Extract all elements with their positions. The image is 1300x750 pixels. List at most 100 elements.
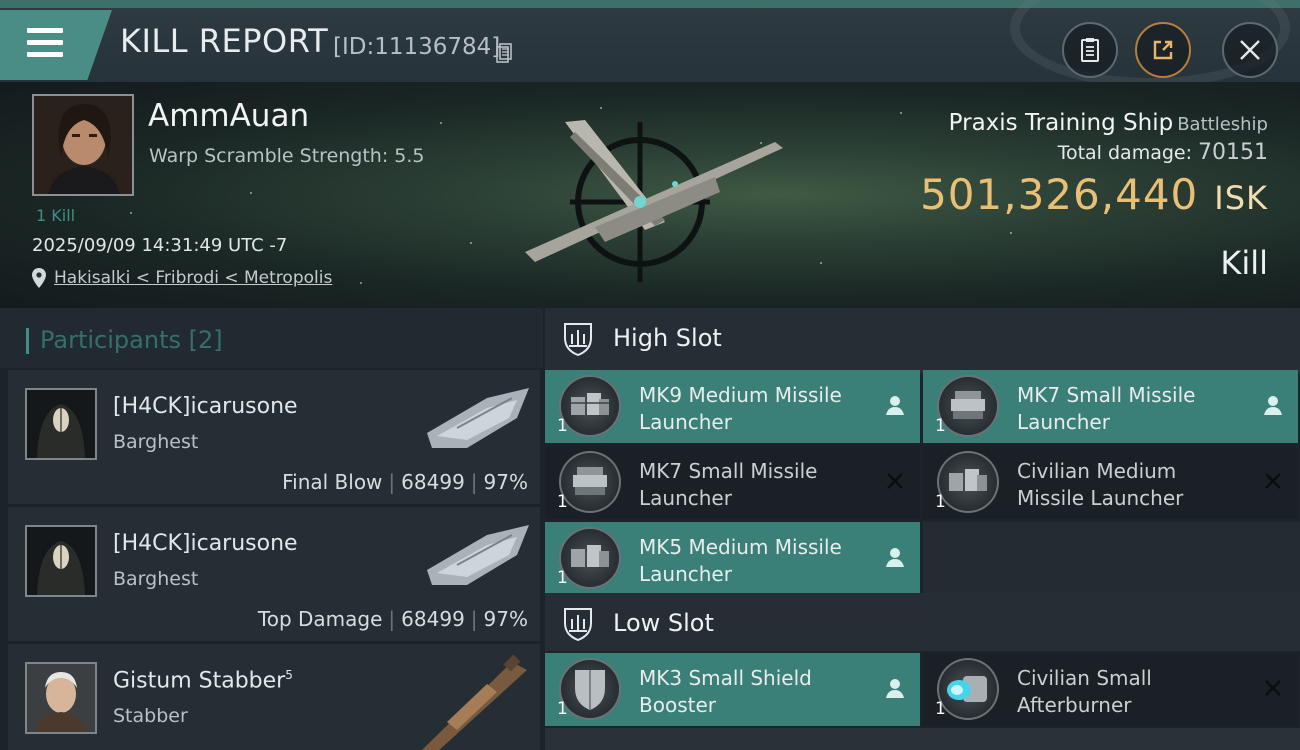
module-item[interactable]: 1 MK7 Small Missile Launcher: [545, 446, 920, 519]
portrait-image: [34, 96, 132, 194]
module-name: Civilian Medium Missile Launcher: [1017, 459, 1184, 510]
module-qty: 1: [557, 699, 568, 719]
participant-role: Final Blow: [282, 470, 383, 494]
missile-launcher-icon: [937, 375, 999, 437]
participant-stats: Top Damage | 68499 | 97%: [257, 607, 528, 631]
high-slot-header: High Slot: [545, 308, 1300, 374]
missile-launcher-icon: [559, 375, 621, 437]
victim-banner: AmmAuan Warp Scramble Strength: 5.5 1 Ki…: [0, 82, 1300, 308]
victim-portrait[interactable]: [32, 94, 134, 196]
report-id: [ID:11136784]: [333, 34, 501, 60]
shield-icon: [564, 608, 592, 641]
participant-damage: 68499: [401, 470, 465, 494]
dropped-person-icon: [1264, 396, 1282, 415]
close-button[interactable]: [1222, 22, 1278, 78]
module-qty: 1: [557, 492, 568, 512]
warp-scramble-strength: Warp Scramble Strength: 5.5: [149, 145, 425, 167]
clipboard-button[interactable]: [1062, 22, 1118, 78]
participant-name: Gistum Stabber5: [113, 668, 293, 694]
participants-label: Participants [2]: [40, 326, 223, 354]
kill-count: 1 Kill: [36, 206, 76, 225]
module-qty: 1: [557, 416, 568, 436]
ship-class: Battleship: [1177, 114, 1268, 135]
module-item[interactable]: 1 MK5 Medium Missile Launcher: [545, 522, 920, 595]
participant-ship-image: [427, 525, 529, 585]
shield-booster-icon: [559, 658, 621, 720]
participant-avatar: [25, 388, 97, 460]
total-damage: Total damage: 70151: [1058, 140, 1268, 165]
empty-slot: [923, 522, 1300, 595]
share-icon: [1153, 40, 1173, 60]
menu-button[interactable]: [0, 10, 112, 80]
destroyed-x-icon: [1265, 680, 1281, 696]
participant-name: [H4CK]icarusone: [113, 394, 298, 419]
module-name: MK7 Small Missile Launcher: [639, 459, 818, 510]
module-name: Civilian Small Afterburner: [1017, 666, 1152, 717]
share-button[interactable]: [1135, 22, 1191, 78]
module-item[interactable]: 1 Civilian Medium Missile Launcher: [923, 446, 1298, 519]
module-item[interactable]: 1 Civilian Small Afterburner: [923, 653, 1298, 726]
dropped-person-icon: [886, 679, 904, 698]
module-item[interactable]: 1 MK7 Small Missile Launcher: [923, 370, 1298, 443]
module-qty: 1: [935, 492, 946, 512]
participant-ship: Barghest: [113, 568, 199, 590]
participant-ship-image: [427, 388, 529, 448]
section-marker: [26, 328, 29, 354]
participant-stats: Final Blow | 68499 | 97%: [282, 470, 528, 494]
participant-ship: Stabber: [113, 705, 188, 727]
victim-ship[interactable]: Praxis Training Ship Battleship: [949, 110, 1268, 136]
module-name: MK7 Small Missile Launcher: [1017, 383, 1196, 434]
missile-launcher-icon: [559, 527, 621, 589]
dropped-person-icon: [886, 396, 904, 415]
participant-role: Top Damage: [257, 607, 383, 631]
participant-percent: 97%: [483, 470, 528, 494]
clipboard-icon: [1081, 38, 1099, 62]
destroyed-x-icon: [1265, 473, 1281, 489]
module-name: MK3 Small Shield Booster: [639, 666, 812, 717]
missile-launcher-icon: [937, 451, 999, 513]
module-item[interactable]: 1 MK3 Small Shield Booster: [545, 653, 920, 726]
hamburger-icon: [27, 28, 63, 58]
shield-icon: [564, 323, 592, 356]
victim-name[interactable]: AmmAuan: [148, 98, 309, 134]
module-name: MK5 Medium Missile Launcher: [639, 535, 842, 586]
destroyed-x-icon: [887, 473, 903, 489]
total-damage-label: Total damage:: [1057, 142, 1192, 164]
participant-row[interactable]: [H4CK]icarusone Barghest Final Blow | 6849…: [8, 370, 540, 504]
participant-ship: Barghest: [113, 431, 199, 453]
low-slot-label: Low Slot: [613, 609, 714, 637]
participant-row[interactable]: [H4CK]icarusone Barghest Top Damage | 6849…: [8, 507, 540, 641]
participant-avatar: [25, 525, 97, 597]
page-title: KILL REPORT: [120, 22, 329, 60]
kill-report-screen: KILL REPORT [ID:11136784] AmmAuan Warp S…: [0, 0, 1300, 750]
participants-header: Participants [2]: [0, 308, 543, 368]
module-qty: 1: [557, 568, 568, 588]
participant-ship-image: [422, 654, 527, 750]
afterburner-icon: [937, 658, 999, 720]
module-item[interactable]: 1 MK9 Medium Missile Launcher: [545, 370, 920, 443]
module-qty: 1: [935, 416, 946, 436]
low-slot-header: Low Slot: [545, 593, 1300, 651]
missile-launcher-icon: [559, 451, 621, 513]
location-link[interactable]: Hakisalki < Fribrodi < Metropolis: [54, 268, 332, 288]
next-row-cutoff: [545, 728, 1300, 750]
participant-percent: 97%: [483, 607, 528, 631]
kill-datetime: 2025/09/09 14:31:49 UTC -7: [32, 235, 288, 256]
participants-count: [2]: [188, 326, 223, 354]
module-name: MK9 Medium Missile Launcher: [639, 383, 842, 434]
victim-ship-image: [525, 120, 783, 282]
participant-row[interactable]: Gistum Stabber5 Stabber: [8, 644, 540, 750]
isk-unit: ISK: [1214, 179, 1268, 217]
location-pin-icon: [32, 268, 46, 288]
header-bar: KILL REPORT [ID:11136784]: [0, 0, 1300, 88]
ship-name: Praxis Training Ship: [948, 110, 1174, 136]
kill-result: Kill: [1220, 244, 1268, 282]
dropped-person-icon: [886, 548, 904, 567]
copy-icon[interactable]: [496, 43, 512, 63]
participant-damage: 68499: [401, 607, 465, 631]
participant-rank: 5: [285, 668, 293, 682]
total-damage-value: 70151: [1198, 140, 1268, 165]
participant-avatar: [25, 662, 97, 734]
isk-value: 501,326,440 ISK: [920, 170, 1268, 219]
module-qty: 1: [935, 699, 946, 719]
